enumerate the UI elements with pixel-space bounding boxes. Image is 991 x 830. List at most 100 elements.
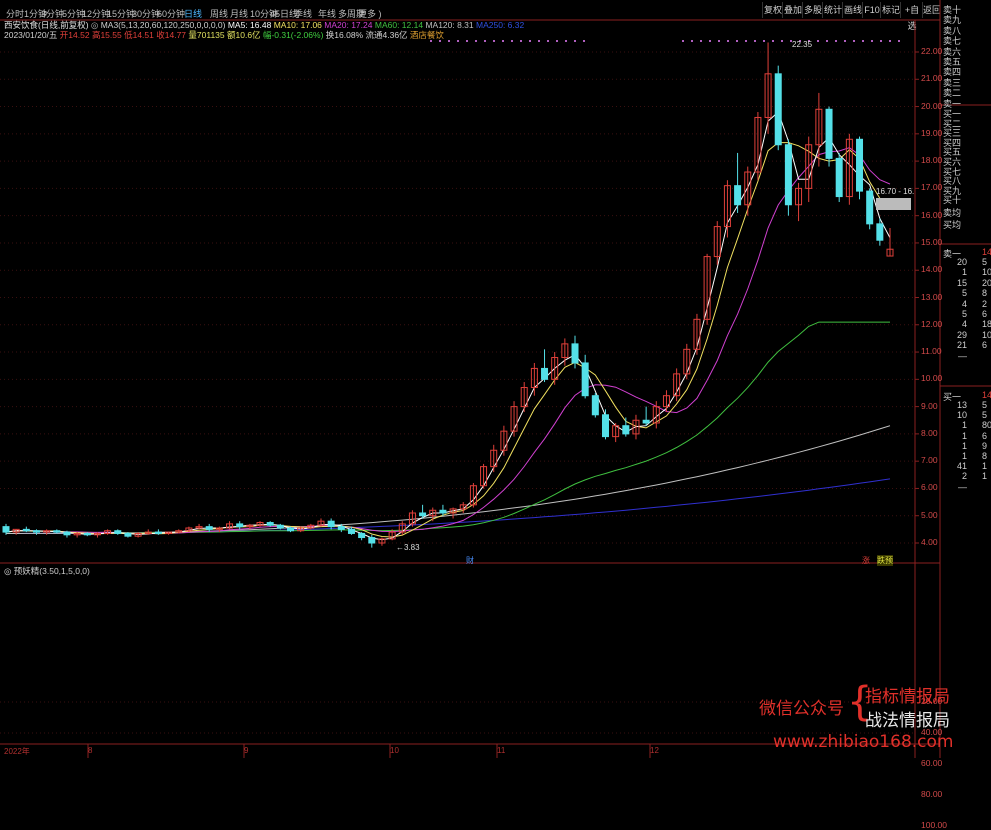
limit-up-marker[interactable]: 涨 bbox=[862, 555, 870, 566]
sell-qty-left: 4 bbox=[961, 319, 967, 330]
event-dot bbox=[862, 40, 864, 42]
event-marker[interactable]: 跌预 bbox=[877, 555, 893, 566]
event-dot bbox=[754, 40, 756, 42]
buy-qty-left: — bbox=[958, 481, 967, 492]
event-dot bbox=[457, 40, 459, 42]
candle-body bbox=[439, 509, 447, 514]
candle-body bbox=[83, 532, 91, 536]
buy-qty-left: 10 bbox=[956, 410, 967, 421]
watermark: 微信公众号 { 指标情报局 战法情报局 www.zhibiao168.com bbox=[759, 682, 979, 752]
candle-body bbox=[856, 138, 864, 192]
candle-body bbox=[236, 523, 244, 528]
candle-body bbox=[53, 530, 61, 533]
ma5-line bbox=[5, 111, 891, 541]
event-dot bbox=[709, 40, 711, 42]
event-dot bbox=[565, 40, 567, 42]
buy-qty-left: 1 bbox=[961, 430, 967, 441]
price-tick: 7.00 bbox=[921, 455, 938, 466]
indicator-gear-icon[interactable]: ◎ bbox=[4, 566, 11, 576]
event-dot bbox=[880, 40, 882, 42]
sell-qty-left: 1 bbox=[961, 267, 967, 278]
candle-body bbox=[337, 526, 345, 530]
candle-body bbox=[347, 528, 355, 534]
finance-marker[interactable]: 财 bbox=[466, 555, 474, 566]
candle-body bbox=[419, 512, 427, 517]
event-dot bbox=[718, 40, 720, 42]
candle-body bbox=[581, 362, 589, 397]
kline-chart[interactable] bbox=[0, 0, 991, 758]
event-dot bbox=[844, 40, 846, 42]
event-dot bbox=[439, 40, 441, 42]
buy-qty-right: 6 bbox=[982, 430, 988, 441]
sell-qty-right: 5 bbox=[982, 257, 988, 267]
event-dot bbox=[511, 40, 513, 42]
candle-body bbox=[591, 395, 599, 416]
sell-qty-right: 10 bbox=[982, 267, 991, 278]
buy-qty-left: 13 bbox=[956, 400, 967, 410]
candle-body bbox=[124, 532, 132, 537]
price-tick: 6.00 bbox=[921, 482, 938, 493]
indicator-tick: 100.00 bbox=[921, 820, 947, 830]
low-price-marker: ←3.83 bbox=[396, 543, 420, 552]
cursor-price-label bbox=[876, 198, 911, 210]
date-tick: 9 bbox=[244, 746, 249, 755]
price-tick: 4.00 bbox=[921, 537, 938, 547]
sell-qty-right: 10 bbox=[982, 329, 991, 340]
indicator-tick: 80.00 bbox=[921, 789, 943, 799]
event-dot bbox=[466, 40, 468, 42]
candle-body bbox=[622, 425, 630, 435]
watermark-line1: 指标情报局 bbox=[865, 687, 950, 707]
price-tick: 20.00 bbox=[921, 100, 943, 111]
candle-body bbox=[368, 537, 376, 544]
buy-qty-left: 2 bbox=[961, 471, 967, 482]
buy-qty-right: 1 bbox=[982, 461, 988, 472]
sell-qty-right: 18 bbox=[982, 319, 991, 330]
price-tick: 16.00 bbox=[921, 209, 943, 220]
candle-body bbox=[825, 108, 833, 159]
date-tick: 2022年 bbox=[4, 747, 30, 756]
buy-qty-right: 8 bbox=[982, 451, 988, 461]
candle-body bbox=[784, 144, 792, 206]
indicator-title[interactable]: ◎ 预妖精(3.50,1,5,0,0) bbox=[4, 565, 90, 577]
event-dot bbox=[898, 40, 900, 42]
price-tick: 9.00 bbox=[921, 400, 938, 411]
price-tick: 8.00 bbox=[921, 427, 938, 438]
event-dot bbox=[853, 40, 855, 42]
event-dot bbox=[772, 40, 774, 42]
price-tick: 22.00 bbox=[921, 46, 943, 56]
price-tick: 15.00 bbox=[921, 236, 943, 247]
candle-body bbox=[734, 185, 742, 206]
event-dot bbox=[583, 40, 585, 42]
buy-qty-right: 9 bbox=[982, 440, 988, 451]
buy-level-label: 买十 bbox=[943, 195, 962, 206]
candle-body bbox=[327, 520, 335, 528]
event-dot bbox=[727, 40, 729, 42]
candle-body bbox=[2, 526, 10, 533]
cursor-price-text: 16.70 - 16. bbox=[876, 187, 915, 196]
ma60-line bbox=[5, 321, 890, 534]
event-dot bbox=[700, 40, 702, 42]
candle-body bbox=[63, 531, 71, 536]
date-tick: 11 bbox=[497, 746, 506, 755]
price-tick: 21.00 bbox=[921, 73, 943, 84]
price-tick: 19.00 bbox=[921, 127, 943, 138]
sell-qty-left: 15 bbox=[956, 277, 967, 288]
sell-qty-right: 8 bbox=[982, 288, 988, 299]
candle-body bbox=[32, 530, 40, 533]
sell-qty-right: 6 bbox=[982, 309, 988, 319]
event-dot bbox=[889, 40, 891, 42]
event-dot bbox=[682, 40, 684, 42]
sell-qty-left: 4 bbox=[961, 298, 967, 309]
price-tick: 17.00 bbox=[921, 182, 943, 193]
candle-body bbox=[866, 190, 874, 225]
date-tick: 8 bbox=[88, 746, 93, 755]
buy-qty-right: 5 bbox=[982, 410, 988, 421]
candle-body bbox=[154, 531, 162, 534]
ma10-line bbox=[5, 142, 891, 538]
buy-qty-left: 1 bbox=[961, 440, 967, 451]
candle-body bbox=[541, 367, 549, 380]
price-tick: 10.00 bbox=[921, 373, 943, 384]
watermark-url: www.zhibiao168.com bbox=[773, 732, 954, 752]
event-dot bbox=[538, 40, 540, 42]
price-tick: 13.00 bbox=[921, 291, 943, 302]
